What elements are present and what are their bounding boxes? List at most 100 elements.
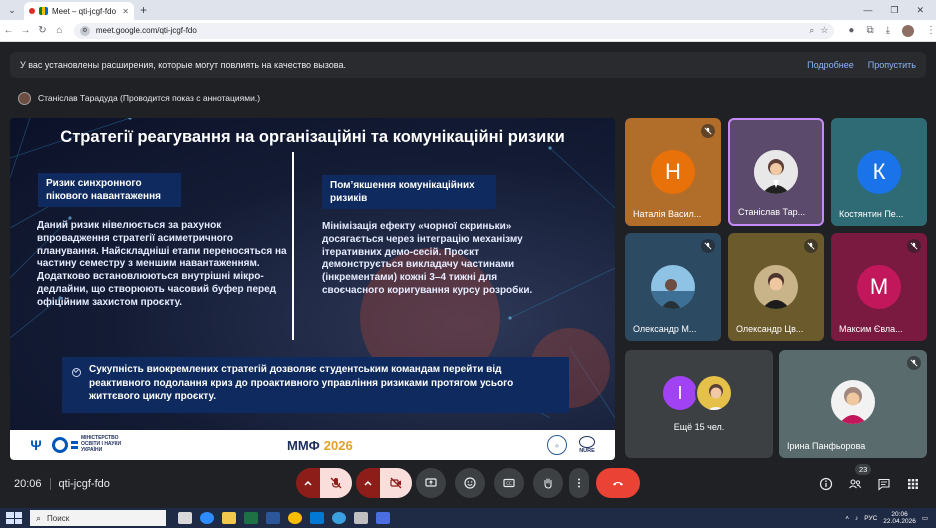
more-options-button[interactable] — [569, 468, 589, 498]
ministry-name: МІНІСТЕРСТВО ОСВІТИ І НАУКИ УКРАЇНИ — [81, 435, 122, 453]
participant-tile[interactable]: Н Наталія Васил... — [625, 118, 721, 226]
slide-title: Стратегії реагування на організаційні та… — [60, 128, 565, 146]
word-icon[interactable] — [266, 512, 280, 524]
url-text[interactable]: meet.google.com/qti-jcgf-fdo — [96, 26, 803, 35]
presented-slide: Стратегії реагування на організаційні та… — [10, 118, 615, 460]
slide-column-divider — [292, 152, 294, 340]
site-info-icon[interactable]: ⚙ — [79, 25, 90, 36]
mic-off-icon — [907, 239, 921, 253]
notifications-icon[interactable]: ▭ — [922, 514, 928, 522]
menu-kebab-icon[interactable]: ⋮ — [926, 25, 936, 36]
audio-options-chevron[interactable] — [296, 468, 320, 498]
activities-button[interactable] — [905, 476, 921, 492]
slide-summary-text: Сукупність виокремлених стратегій дозвол… — [89, 364, 514, 402]
participant-tile[interactable]: К Костянтин Пе... — [831, 118, 927, 226]
task-view-icon[interactable] — [178, 512, 192, 524]
browser-tab-meet[interactable]: Meet – qti-jcgf-fdo ✕ — [24, 2, 134, 20]
camera-toggle-button[interactable] — [380, 468, 412, 498]
participant-tile[interactable]: Олександр М... — [625, 233, 721, 341]
present-screen-button[interactable] — [416, 468, 446, 498]
taskbar-search-text: Поиск — [47, 513, 70, 523]
zoom-app-icon[interactable] — [200, 512, 214, 524]
reload-icon[interactable]: ↻ — [34, 25, 51, 36]
participant-name: Станіслав Тар... — [738, 207, 806, 217]
meeting-details-button[interactable] — [818, 476, 834, 492]
closed-captions-icon: CC — [503, 478, 515, 488]
tab-search-icon[interactable]: ⌄ — [4, 2, 20, 18]
mute-mic-button[interactable] — [320, 468, 352, 498]
meeting-time: 20:06 — [14, 478, 42, 490]
extensions-puzzle-icon[interactable]: ⧉ — [866, 25, 873, 36]
participant-name: Ірина Панфьорова — [787, 441, 866, 451]
mic-off-icon — [804, 239, 818, 253]
reactions-button[interactable] — [455, 468, 485, 498]
chat-button[interactable] — [876, 476, 892, 492]
taskbar-search[interactable]: ⌕ Поиск — [30, 510, 166, 526]
raise-hand-button[interactable] — [533, 468, 563, 498]
file-explorer-icon[interactable] — [222, 512, 236, 524]
video-options-chevron[interactable] — [356, 468, 380, 498]
more-avatar: I — [661, 374, 699, 412]
chevron-up-icon — [304, 480, 312, 486]
presenter-avatar — [18, 91, 31, 105]
minimize-icon[interactable]: — — [863, 5, 872, 16]
participant-tile[interactable]: М Максим Євла... — [831, 233, 927, 341]
more-participants-label: Ещё 15 чел. — [673, 422, 725, 432]
nure-mark-icon — [579, 436, 595, 448]
participants-count-badge: 23 — [855, 464, 872, 475]
close-window-icon[interactable]: ✕ — [916, 5, 924, 16]
browser-tab-strip: ⌄ Meet – qti-jcgf-fdo ✕ + — ❐ ✕ — [0, 0, 936, 20]
mic-off-icon — [701, 239, 715, 253]
more-info-link[interactable]: Подробнее — [807, 60, 854, 70]
skip-link[interactable]: Пропустить — [868, 60, 916, 70]
back-icon[interactable]: ← — [0, 25, 17, 36]
lang-indicator[interactable]: РУС — [864, 515, 877, 522]
chrome-icon[interactable] — [288, 512, 302, 524]
home-icon[interactable]: ⌂ — [51, 25, 68, 36]
restore-icon[interactable]: ❐ — [890, 5, 898, 16]
omnibox[interactable]: ⚙ meet.google.com/qti-jcgf-fdo ⌕ ☆ — [73, 22, 835, 39]
excel-icon[interactable] — [244, 512, 258, 524]
browser-icon[interactable] — [332, 512, 346, 524]
participant-tile[interactable]: Олександр Цв... — [728, 233, 824, 341]
svg-text:CC: CC — [506, 481, 512, 486]
participant-tile-active-speaker[interactable]: Станіслав Тар... — [728, 118, 824, 226]
profile-avatar[interactable] — [902, 24, 915, 37]
participant-name: Олександр М... — [633, 324, 697, 334]
meeting-code[interactable]: qti-jcgf-fdo — [59, 478, 110, 490]
clock-time: 20:06 — [891, 510, 908, 518]
close-tab-icon[interactable]: ✕ — [122, 7, 129, 16]
more-avatar-photo — [695, 374, 733, 412]
participant-name: Олександр Цв... — [736, 324, 804, 334]
participant-name: Максим Євла... — [839, 324, 903, 334]
university-seal-icon: ◎ — [547, 435, 567, 455]
app-icon[interactable] — [376, 512, 390, 524]
ministry-bars-icon — [71, 441, 78, 449]
participant-photo — [754, 150, 798, 194]
right-column-body: Мінімізація ефекту «чорної скриньки» дос… — [322, 221, 533, 296]
check-circle-icon — [72, 368, 81, 377]
end-call-button[interactable] — [596, 468, 640, 498]
more-participants-tile[interactable]: I Ещё 15 чел. — [625, 350, 773, 458]
zoom-icon[interactable]: ⌕ — [809, 25, 814, 36]
extension-icon[interactable]: ● — [848, 25, 854, 36]
camera-off-icon — [390, 477, 402, 489]
participant-name: Костянтин Пе... — [839, 209, 904, 219]
tray-up-icon[interactable]: ˄ — [845, 515, 849, 522]
windows-start-icon[interactable] — [6, 512, 22, 524]
bookmark-star-icon[interactable]: ☆ — [820, 25, 828, 36]
new-tab-icon[interactable]: + — [140, 3, 147, 17]
taskbar-clock[interactable]: 20:06 22.04.2026 — [883, 511, 916, 526]
volume-icon[interactable]: ♪ — [855, 515, 858, 522]
participant-avatar: К — [857, 150, 901, 194]
download-icon[interactable]: ⤓ — [886, 25, 890, 36]
forward-icon[interactable]: → — [17, 25, 34, 36]
people-button[interactable] — [847, 476, 863, 492]
edge-icon[interactable] — [310, 512, 324, 524]
participant-tile[interactable]: Ірина Панфьорова — [779, 350, 927, 458]
ministry-circle-icon — [52, 437, 68, 453]
app-icon[interactable] — [354, 512, 368, 524]
clock-date: 22.04.2026 — [883, 518, 916, 525]
extension-warning-text: У вас установлены расширения, которые мо… — [20, 60, 346, 70]
captions-button[interactable]: CC — [494, 468, 524, 498]
